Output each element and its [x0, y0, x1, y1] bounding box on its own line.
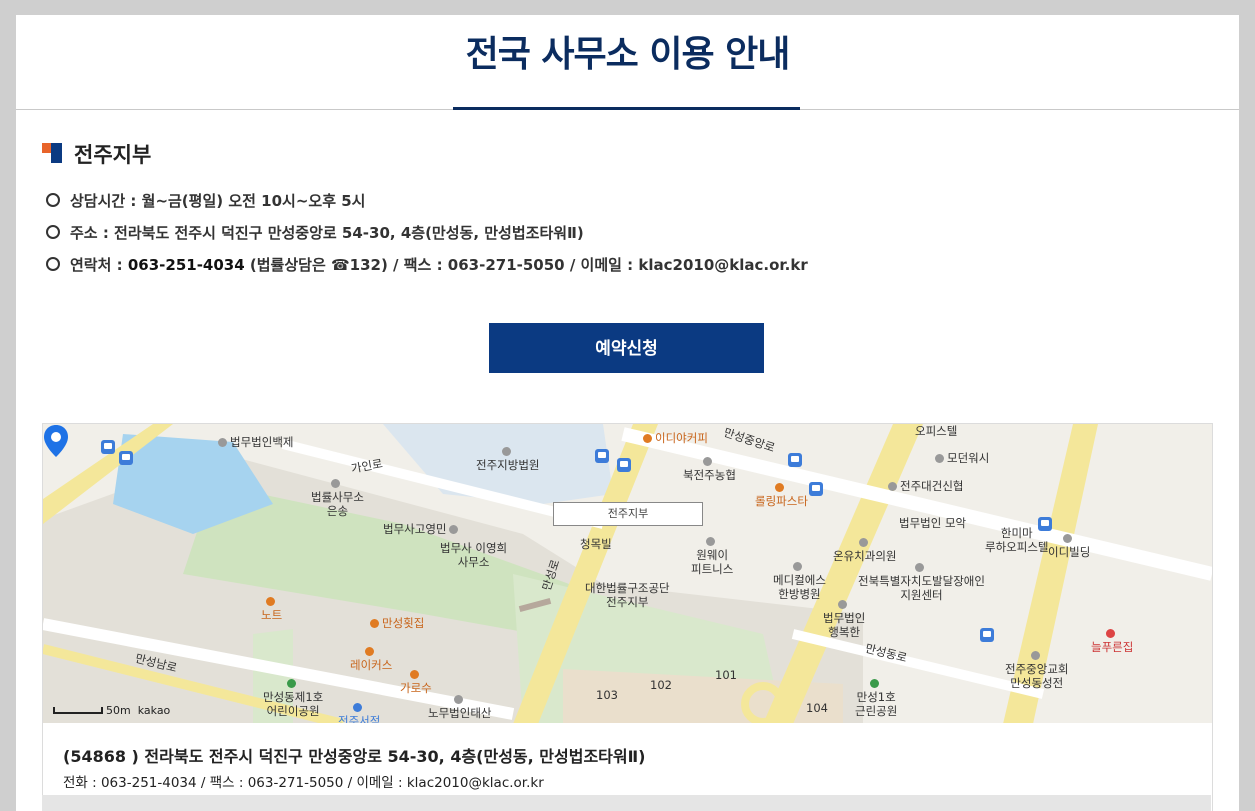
reserve-button[interactable]: 예약신청 [489, 323, 764, 373]
info-address: 주소 : 전라북도 전주시 덕진구 만성중앙로 54-30, 4층(만성동, 만… [46, 222, 584, 243]
bus-stop-icon[interactable] [101, 440, 115, 454]
map-view[interactable]: 법무법인백제 전주지방법원 이디야커피 만성중앙로 오피스텔 모던워시 북전주농… [42, 423, 1213, 725]
bus-stop-icon[interactable] [595, 449, 609, 463]
restaurant-icon [265, 597, 275, 606]
cafe-icon [643, 434, 652, 443]
bus-stop-icon[interactable] [809, 482, 823, 496]
bank-icon [703, 457, 713, 466]
map-brand: kakao [137, 704, 171, 717]
contact-phone: 063-251-4034 [127, 256, 245, 274]
map-label-disability-center[interactable]: 전북특별자치도발달장애인 지원센터 [858, 560, 985, 602]
bullet-circle-icon [46, 257, 60, 271]
info-contact: 연락처 : 063-251-4034 (법률상담은 ☎132) / 팩스 : 0… [46, 254, 808, 275]
map-label-law-firm-happy[interactable]: 법무법인 행복한 [823, 597, 865, 639]
map-label-garosu[interactable]: 가로수 [400, 667, 432, 695]
map-label-mansung-sashimi[interactable]: 만성횟집 [370, 616, 424, 630]
map-label-bldg-103[interactable]: 103 [596, 688, 618, 702]
map-label-note[interactable]: 노트 [261, 594, 282, 622]
map-label-onyu-dental[interactable]: 온유치과의원 [833, 535, 896, 563]
map-label-neulpureun[interactable]: 늘푸른집 [1091, 626, 1133, 654]
map-label-children-park[interactable]: 만성동제1호 어린이공원 [263, 676, 323, 718]
church-icon [1030, 651, 1040, 660]
map-label-sinhyup[interactable]: 전주대건신협 [888, 479, 963, 493]
map-label-labor-law-taesan[interactable]: 노무법인태산 [428, 692, 491, 720]
hospital-icon [793, 562, 803, 571]
bank-icon [888, 482, 897, 491]
map-label-hanmimaru[interactable]: 한미마 루하오피스텔 [985, 526, 1048, 554]
map-label-beopmusa-goyeongmin[interactable]: 법무사고영민 [383, 522, 461, 536]
address-contact: 전화 : 063-251-4034 / 팩스 : 063-271-5050 / … [63, 775, 544, 791]
poi-dot-icon [915, 563, 925, 572]
map-label-ediya[interactable]: 이디야커피 [643, 431, 708, 445]
address-main: (54868 ) 전라북도 전주시 덕진구 만성중앙로 54-30, 4층(만성… [63, 747, 646, 766]
poi-dot-icon [706, 537, 716, 546]
contact-label: 연락처 : [70, 256, 128, 274]
hours-text: 상담시간 : 월~금(평일) 오전 10시~오후 5시 [70, 192, 366, 210]
map-label-officetel[interactable]: 오피스텔 [915, 424, 957, 438]
bullet-circle-icon [46, 225, 60, 239]
laundry-icon [935, 454, 944, 463]
bus-stop-icon[interactable] [617, 458, 631, 472]
book-icon [353, 703, 363, 712]
bus-stop-icon[interactable] [119, 451, 133, 465]
park-icon [870, 679, 880, 688]
restaurant-icon [775, 483, 785, 492]
poi-dot-icon [449, 525, 459, 534]
restaurant-icon [365, 647, 375, 656]
bullet-circle-icon [46, 193, 60, 207]
map-label-law-office-eunsong[interactable]: 법률사무소 은송 [311, 476, 364, 518]
poi-dot-icon [838, 600, 848, 609]
map-label-law-firm-moak[interactable]: 법무법인 모악 [899, 516, 966, 530]
title-divider-accent [453, 107, 800, 110]
content-panel: 전국 사무소 이용 안내 전주지부 상담시간 : 월~금(평일) 오전 10시~… [16, 15, 1239, 811]
map-label-idi-building[interactable]: 이디빌딩 [1048, 531, 1090, 559]
map-label-rolling-pasta[interactable]: 롤링파스타 [755, 480, 808, 508]
contact-rest: (법률상담은 ☎132) / 팩스 : 063-271-5050 / 이메일 :… [244, 256, 808, 274]
dental-icon [858, 538, 868, 547]
info-hours: 상담시간 : 월~금(평일) 오전 10시~오후 5시 [46, 190, 365, 211]
poi-dot-icon [218, 438, 227, 447]
map-label-beopmusa-leeyounghee[interactable]: 법무사 이영희 사무소 [440, 541, 507, 569]
branch-square-icon [42, 143, 62, 163]
map-label-bldg-104[interactable]: 104 [806, 701, 828, 715]
poi-dot-icon [1063, 534, 1073, 543]
court-icon [501, 447, 511, 456]
map-scale: 50m kakao [53, 704, 170, 717]
map-label-oneway-fitness[interactable]: 원웨이 피트니스 [691, 534, 733, 576]
medical-cross-icon [1106, 629, 1116, 638]
map-label-nonghyup[interactable]: 북전주농협 [683, 454, 736, 482]
restaurant-icon [409, 670, 419, 679]
bottom-bar [42, 795, 1211, 811]
bus-stop-icon[interactable] [980, 628, 994, 642]
map-callout[interactable]: 전주지부 [553, 502, 703, 526]
scale-bar [53, 707, 103, 714]
address-text: 주소 : 전라북도 전주시 덕진구 만성중앙로 54-30, 4층(만성동, 만… [70, 224, 584, 242]
park-icon [287, 679, 297, 688]
map-label-mansung-park[interactable]: 만성1호 근린공원 [855, 676, 897, 718]
map-label-bldg-101[interactable]: 101 [715, 668, 737, 682]
map-label-modern-wash[interactable]: 모던워시 [935, 451, 989, 465]
poi-dot-icon [331, 479, 341, 488]
map-label-jeonju-central-church[interactable]: 전주중앙교회 만성동성전 [1005, 648, 1068, 690]
page-title: 전국 사무소 이용 안내 [465, 34, 791, 75]
map-label-cheongmok[interactable]: 청목빌 [580, 537, 612, 551]
bus-stop-icon[interactable] [788, 453, 802, 467]
map-label-bldg-102[interactable]: 102 [650, 678, 672, 692]
map-label-klac-jeonju[interactable]: 대한법률구조공단 전주지부 [585, 581, 670, 609]
map-label-law-firm-baekje[interactable]: 법무법인백제 [218, 435, 293, 449]
map-label-jeonju-books[interactable]: 전주서적 [338, 700, 380, 724]
poi-dot-icon [453, 695, 463, 704]
map-label-court[interactable]: 전주지방법원 [476, 444, 539, 472]
restaurant-icon [370, 619, 379, 628]
map-label-medical-s[interactable]: 메디컬에스 한방병원 [773, 559, 826, 601]
location-pin-icon[interactable] [43, 424, 69, 458]
map-label-lakers[interactable]: 레이커스 [350, 644, 392, 672]
branch-title: 전주지부 [74, 143, 152, 167]
